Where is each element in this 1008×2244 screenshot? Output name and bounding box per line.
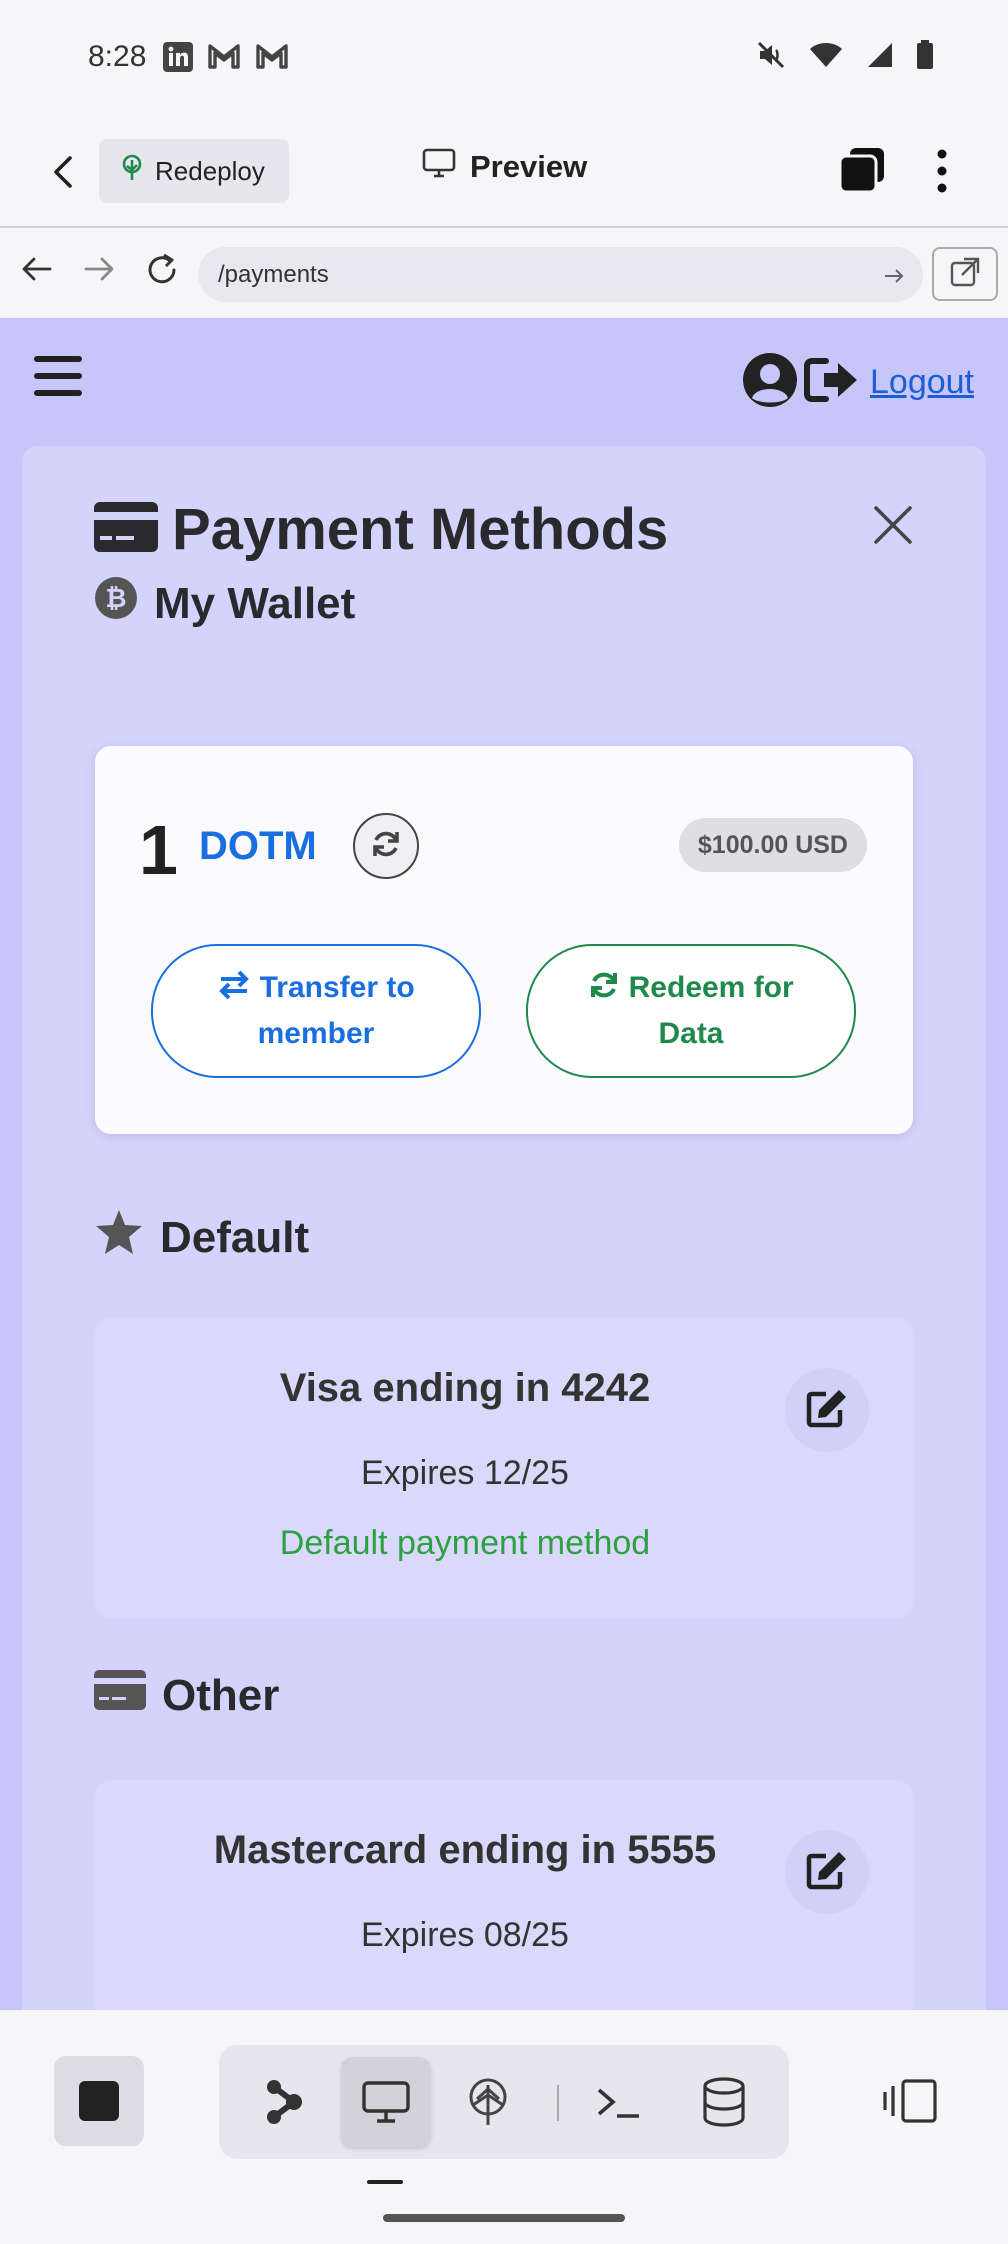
card-expiry: Expires 12/25 — [361, 1454, 569, 1492]
redeem-sync-icon — [588, 971, 628, 1004]
terminal-icon[interactable] — [574, 2057, 664, 2147]
status-bar: 8:28 — [0, 0, 1008, 116]
wallet-token: DOTM — [199, 824, 317, 868]
edit-card-button[interactable] — [785, 1368, 869, 1452]
logout-icon[interactable] — [804, 355, 860, 410]
user-area: Logout — [742, 352, 974, 413]
other-section-header: Other — [94, 1670, 279, 1721]
user-avatar-icon[interactable] — [742, 352, 798, 413]
active-indicator — [367, 2180, 403, 2184]
wallet-card: 1 DOTM $100.00 USD Transfer to member Re… — [95, 746, 913, 1134]
star-icon — [94, 1208, 144, 1267]
sidebar-toggle-icon[interactable] — [876, 2056, 946, 2146]
default-section-header: Default — [94, 1208, 309, 1267]
panel-header: Payment Methods — [94, 496, 668, 563]
redeploy-label: Redeploy — [155, 155, 265, 186]
status-time: 8:28 — [88, 40, 147, 73]
default-card-item[interactable]: Visa ending in 4242 Expires 12/25 Defaul… — [95, 1318, 913, 1618]
refresh-balance-button[interactable] — [353, 813, 419, 879]
go-arrow-icon[interactable] — [883, 247, 905, 302]
stop-button[interactable] — [54, 2056, 144, 2146]
default-heading: Default — [160, 1212, 310, 1262]
transfer-label-line2: member — [257, 1017, 375, 1050]
close-icon[interactable] — [872, 504, 914, 546]
browser-back-icon[interactable] — [20, 252, 54, 291]
bitcoin-icon: ₿ — [94, 576, 138, 631]
preview-tab-monitor-icon[interactable] — [341, 2057, 431, 2147]
wallet-amount: 1 — [139, 811, 178, 889]
card-name: Visa ending in 4242 — [279, 1366, 651, 1410]
agent-icon[interactable] — [239, 2057, 329, 2147]
mute-icon — [756, 40, 786, 75]
database-icon[interactable] — [679, 2057, 769, 2147]
credit-card-icon — [94, 502, 158, 557]
bottom-toolbar — [0, 2010, 1008, 2244]
logout-link[interactable]: Logout — [870, 363, 974, 402]
refresh-icon — [370, 828, 402, 865]
usd-value-badge: $100.00 USD — [678, 818, 867, 872]
toolbar-divider — [557, 2085, 559, 2121]
credit-card-icon — [94, 1670, 146, 1721]
transfer-to-member-button[interactable]: Transfer to member — [151, 944, 481, 1078]
transfer-label-line1: Transfer to — [259, 971, 415, 1004]
card-name: Mastercard ending in 5555 — [213, 1828, 717, 1872]
svg-text:₿: ₿ — [105, 584, 126, 614]
reload-icon[interactable] — [144, 252, 180, 293]
view-switcher — [219, 2045, 789, 2159]
edit-card-button[interactable] — [785, 1830, 869, 1914]
wallet-heading: My Wallet — [154, 578, 356, 628]
notification-icons — [163, 42, 289, 77]
redeem-label-line2: Data — [658, 1017, 724, 1050]
gmail-icon — [255, 42, 289, 77]
preview-title[interactable]: Preview — [422, 148, 587, 186]
url-text: /payments — [218, 261, 329, 288]
linkedin-icon — [163, 42, 193, 77]
gmail-icon — [207, 42, 241, 77]
back-icon[interactable] — [44, 152, 84, 192]
stop-icon — [79, 2081, 119, 2121]
redeem-label-line1: Redeem for — [628, 971, 794, 1004]
home-gesture-bar[interactable] — [383, 2214, 625, 2222]
redeploy-button[interactable]: Redeploy — [99, 139, 289, 203]
app-header: Redeploy Preview — [0, 116, 1008, 228]
transfer-arrows-icon — [217, 970, 259, 1004]
preview-label: Preview — [470, 149, 588, 184]
more-options-icon[interactable] — [930, 146, 954, 196]
hamburger-menu-icon[interactable] — [34, 356, 82, 400]
open-external-button[interactable] — [932, 247, 998, 301]
other-heading: Other — [162, 1670, 280, 1720]
page-title: Payment Methods — [172, 497, 669, 562]
redeem-for-data-button[interactable]: Redeem for Data — [526, 944, 856, 1078]
url-field[interactable]: /payments — [198, 247, 923, 302]
edit-icon — [806, 1850, 848, 1895]
tabs-icon[interactable] — [838, 146, 886, 199]
default-payment-label: Default payment method — [279, 1524, 651, 1562]
wallet-section-header: ₿ My Wallet — [94, 576, 355, 631]
payment-methods-panel: Payment Methods ₿ My Wallet 1 DOTM $100.… — [22, 446, 986, 2010]
browser-forward-icon[interactable] — [82, 252, 116, 291]
page-content: Logout Payment Methods ₿ My Wallet 1 DOT… — [0, 318, 1008, 2010]
signal-icon — [866, 41, 894, 74]
card-expiry: Expires 08/25 — [361, 1916, 569, 1954]
monitor-icon — [422, 148, 456, 186]
battery-icon — [916, 40, 934, 75]
browser-bar: /payments — [0, 230, 1008, 318]
edit-icon — [806, 1388, 848, 1433]
deploy-antenna-icon[interactable] — [443, 2057, 533, 2147]
tree-icon — [119, 154, 145, 189]
wifi-icon — [808, 41, 844, 74]
other-card-item[interactable]: Mastercard ending in 5555 Expires 08/25 — [95, 1780, 913, 2010]
